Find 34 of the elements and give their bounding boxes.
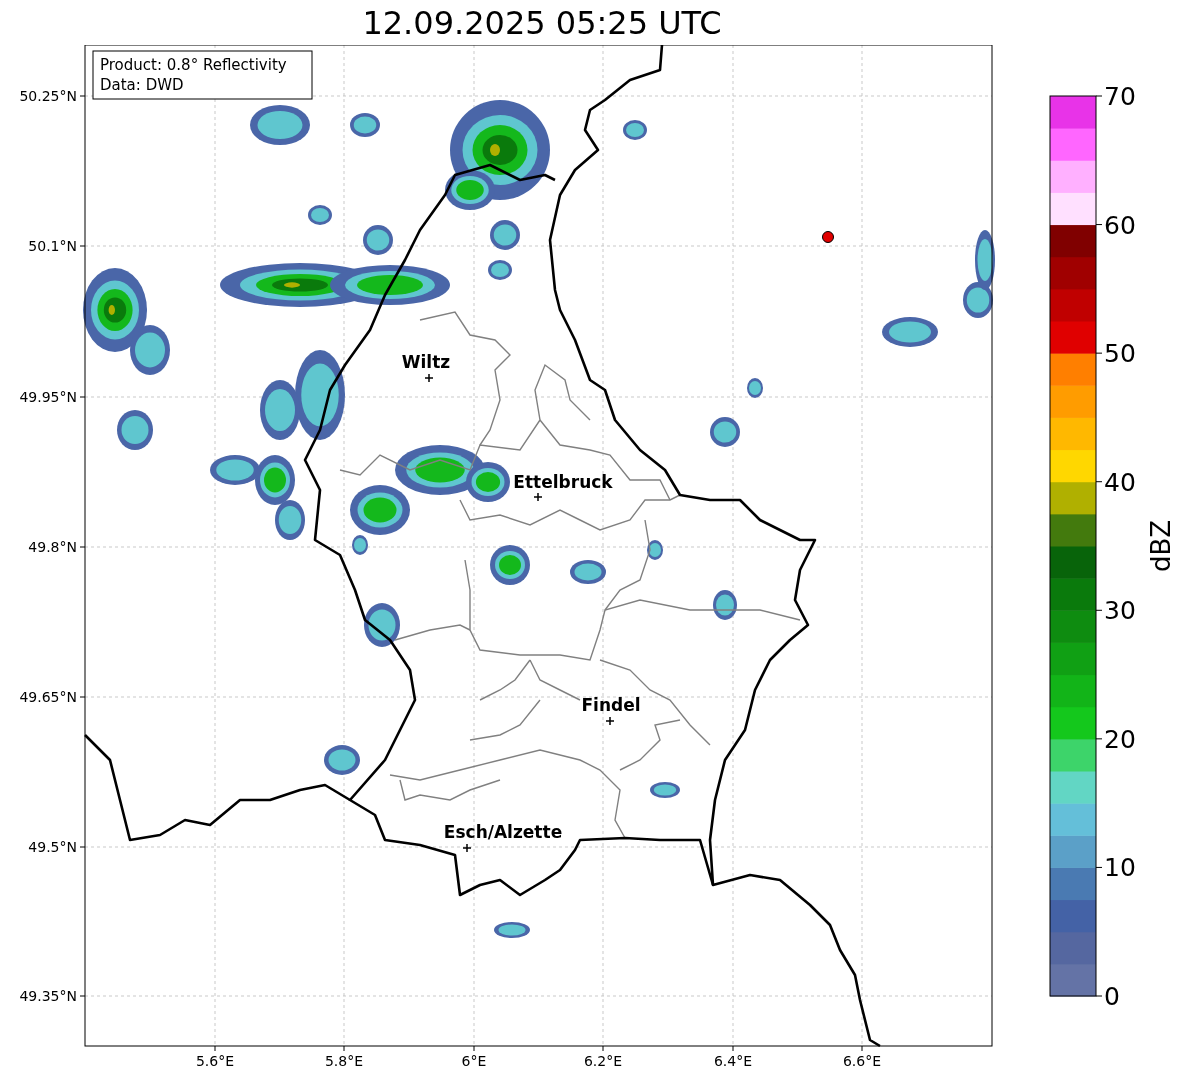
x-tick-label: 6.2°E xyxy=(583,1053,623,1069)
city-marker-icon xyxy=(424,373,434,383)
y-tick-label: 50.25°N xyxy=(19,88,77,104)
colorbar-tick-label: 30 xyxy=(1104,596,1136,626)
colorbar-tick-label: 20 xyxy=(1104,724,1136,754)
x-tick-label: 5.6°E xyxy=(195,1053,235,1069)
info-text: Product: 0.8° Reflectivity xyxy=(100,56,287,74)
y-tick-label: 49.95°N xyxy=(19,389,77,405)
info-text: Data: DWD xyxy=(100,76,184,94)
x-tick-label: 6.6°E xyxy=(842,1053,882,1069)
colorbar-tick-label: 60 xyxy=(1104,210,1136,240)
colorbar-tick-label: 70 xyxy=(1104,82,1136,111)
x-tick-label: 6.4°E xyxy=(713,1053,753,1069)
colorbar-label: dBZ xyxy=(1146,519,1176,573)
city-marker-icon xyxy=(462,843,472,853)
city-marker-icon xyxy=(533,492,543,502)
colorbar-tick-label: 50 xyxy=(1104,339,1136,369)
y-tick-label: 49.5°N xyxy=(28,839,77,855)
y-tick-label: 49.8°N xyxy=(28,539,77,555)
colorbar-tick-label: 40 xyxy=(1104,467,1136,497)
x-tick-label: 6°E xyxy=(461,1053,487,1069)
city-marker-icon xyxy=(605,716,615,726)
city-label: Wiltz xyxy=(401,352,451,372)
chart-title: 12.09.2025 05:25 UTC xyxy=(362,3,722,42)
colorbar-tick-label: 0 xyxy=(1104,982,1120,1011)
colorbar-tick-label: 10 xyxy=(1104,853,1136,883)
location-dot xyxy=(822,231,834,243)
city-label: Esch/Alzette xyxy=(443,822,563,842)
x-tick-label: 5.8°E xyxy=(324,1053,364,1069)
city-label: Findel xyxy=(581,695,641,715)
city-label: Ettelbruck xyxy=(513,472,613,492)
y-tick-label: 49.65°N xyxy=(19,689,77,705)
y-tick-label: 49.35°N xyxy=(19,988,77,1004)
y-tick-label: 50.1°N xyxy=(28,238,77,254)
